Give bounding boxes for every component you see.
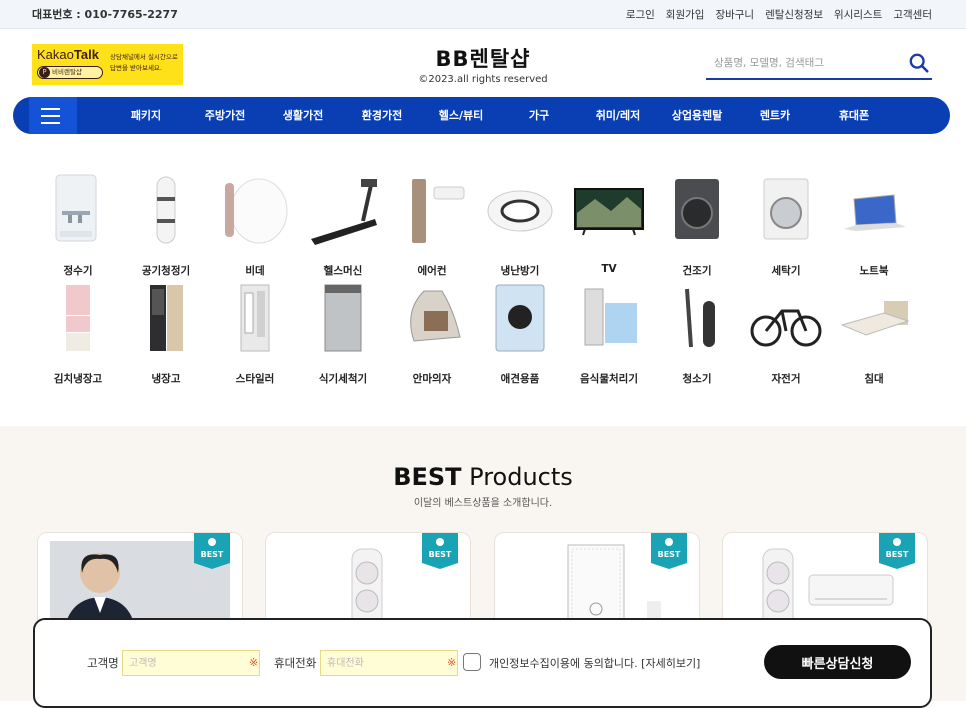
wishlist-link[interactable]: 위시리스트 (834, 7, 882, 22)
category-tv[interactable]: TV (565, 173, 653, 275)
laptop-icon (844, 194, 906, 231)
product-card[interactable]: BEST (265, 532, 471, 632)
product-card[interactable]: BEST (722, 532, 928, 632)
best-subtitle: 이달의 베스트상품을 소개합니다. (413, 498, 553, 509)
phone-field[interactable] (320, 650, 458, 676)
category-bicycle[interactable]: 자전거 (742, 281, 830, 386)
category-air-conditioner[interactable]: 에어컨 (388, 173, 476, 278)
nav-phone[interactable]: 휴대폰 (839, 97, 869, 134)
category-heater-cooler[interactable]: 냉난방기 (476, 173, 564, 278)
search-input[interactable] (714, 50, 904, 76)
svg-text:BEST: BEST (429, 550, 452, 559)
required-mark: ※ (447, 656, 457, 669)
category-massage-chair[interactable]: 안마의자 (388, 281, 476, 386)
category-dryer[interactable]: 건조기 (653, 173, 741, 278)
category-washer[interactable]: 세탁기 (742, 173, 830, 278)
search-box (706, 50, 932, 80)
category-laptop[interactable]: 노트북 (830, 173, 918, 278)
search-icon[interactable] (908, 52, 930, 74)
phone-label: 휴대전화 (274, 656, 317, 670)
required-mark: ※ (249, 656, 259, 669)
top-bar: 대표번호 : 010-7765-2277 로그인 회원가입 장바구니 렌탈신청정… (0, 0, 966, 29)
best-badge-icon: BEST (422, 533, 458, 569)
washer-icon (763, 178, 809, 240)
nav-package[interactable]: 패키지 (131, 97, 161, 134)
water-purifier-icon (55, 174, 97, 242)
product-card[interactable]: BEST (37, 532, 243, 632)
category-fitness-machine[interactable]: 헬스머신 (299, 173, 387, 278)
top-links: 로그인 회원가입 장바구니 렌탈신청정보 위시리스트 고객센터 (626, 7, 932, 22)
bed-icon (840, 301, 910, 336)
customer-center-link[interactable]: 고객센터 (893, 7, 932, 22)
food-disposer-icon (584, 288, 637, 346)
bidet-icon (225, 178, 288, 244)
air-conditioner-icon (412, 179, 465, 243)
nav-rentcar[interactable]: 렌트카 (760, 97, 790, 134)
styler-icon (240, 284, 270, 352)
category-refrigerator[interactable]: 냉장고 (122, 281, 210, 386)
pet-dryer-icon (495, 284, 545, 352)
nav-health-beauty[interactable]: 헬스/뷰티 (439, 97, 484, 134)
svg-text:BEST: BEST (201, 550, 224, 559)
kimchi-fridge-icon (66, 285, 90, 351)
svg-text:BEST: BEST (886, 550, 909, 559)
category-bed[interactable]: 침대 (830, 281, 918, 386)
ceiling-ac-icon (487, 190, 553, 232)
signup-link[interactable]: 회원가입 (666, 7, 705, 22)
best-title: BEST Products (393, 463, 573, 491)
category-dishwasher[interactable]: 식기세척기 (299, 281, 387, 386)
privacy-agree-text[interactable]: 개인정보수집이용에 동의합니다. [자세히보기] (489, 655, 700, 671)
nav-living[interactable]: 생활가전 (283, 97, 323, 134)
treadmill-icon (311, 179, 377, 245)
dryer-icon (675, 179, 719, 239)
best-badge-icon: BEST (879, 533, 915, 569)
dishwasher-icon (324, 284, 362, 352)
tv-icon (574, 188, 644, 236)
category-styler[interactable]: 스타일러 (211, 281, 299, 386)
category-water-purifier[interactable]: 정수기 (34, 173, 122, 278)
nav-commercial[interactable]: 상업용렌탈 (672, 97, 723, 134)
category-kimchi-fridge[interactable]: 김치냉장고 (34, 281, 122, 386)
name-field[interactable] (122, 650, 260, 676)
phone-number: 대표번호 : 010-7765-2277 (32, 8, 178, 21)
air-purifier-icon (156, 176, 176, 244)
bicycle-icon (750, 309, 822, 347)
best-badge-icon: BEST (194, 533, 230, 569)
category-vacuum[interactable]: 청소기 (653, 281, 741, 386)
category-pet-supplies[interactable]: 애견용품 (476, 281, 564, 386)
name-label: 고객명 (87, 656, 119, 670)
nav-kitchen[interactable]: 주방가전 (205, 97, 245, 134)
nav-environment[interactable]: 환경가전 (362, 97, 402, 134)
nav-furniture[interactable]: 가구 (529, 97, 549, 134)
quick-consult-button[interactable]: 빠른상담신청 (764, 645, 911, 679)
cart-link[interactable]: 장바구니 (715, 7, 754, 22)
privacy-checkbox[interactable] (463, 653, 481, 671)
rental-info-link[interactable]: 렌탈신청정보 (765, 7, 823, 22)
category-food-waste-disposer[interactable]: 음식물처리기 (565, 281, 653, 386)
main-nav: 패키지 주방가전 생활가전 환경가전 헬스/뷰티 가구 취미/레저 상업용렌탈 … (13, 97, 950, 134)
category-bidet[interactable]: 비데 (211, 173, 299, 278)
login-link[interactable]: 로그인 (626, 7, 655, 22)
massage-chair-icon (410, 290, 461, 342)
best-badge-icon: BEST (651, 533, 687, 569)
category-air-purifier[interactable]: 공기청정기 (122, 173, 210, 278)
refrigerator-icon (150, 285, 183, 351)
product-card[interactable]: BEST (494, 532, 700, 632)
quick-consult-form: 고객명 ※ 휴대전화 ※ 개인정보수집이용에 동의합니다. [자세히보기] 빠른… (33, 618, 932, 708)
svg-text:BEST: BEST (658, 550, 681, 559)
nav-hobby-leisure[interactable]: 취미/레저 (596, 97, 641, 134)
vacuum-icon (685, 288, 715, 348)
